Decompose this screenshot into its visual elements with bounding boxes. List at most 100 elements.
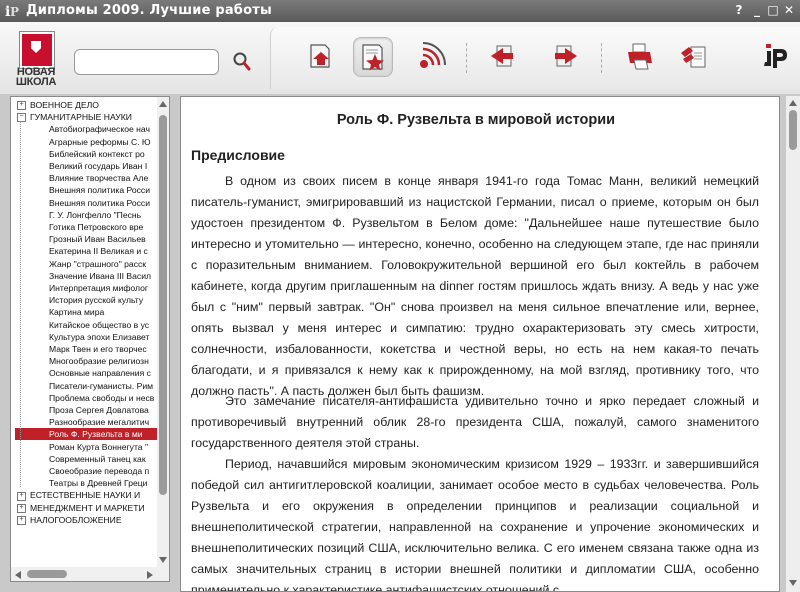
category-tree: + ВОЕННОЕ ДЕЛО − ГУМАНИТАРНЫЕ НАУКИ Автобиог… — [11, 97, 157, 567]
tree-item[interactable]: Аграрные реформы С. Ю — [49, 136, 157, 148]
tree-item-label: Значение Ивана III Васил — [49, 270, 152, 281]
brand-text: НОВАЯ ШКОЛА — [15, 66, 57, 88]
copy-doc-icon — [681, 46, 706, 68]
tree-item-label: Аграрные реформы С. Ю — [49, 136, 151, 147]
tree-item-label: Писатели-гуманисты. Рим — [49, 380, 154, 391]
tree-item-label: НАЛОГООБЛОЖЕНИЕ — [30, 514, 122, 525]
back-arrow-icon — [491, 45, 513, 67]
tree-item[interactable]: Внешняя политика Росси — [49, 197, 157, 209]
tree-item[interactable]: Марк Твен и его творчес — [49, 343, 157, 355]
tree-item[interactable]: Проблема свободы и несв — [49, 392, 157, 404]
bookmarks-button[interactable] — [353, 37, 393, 77]
tree-item[interactable]: Грозный Иван Васильев — [49, 233, 157, 245]
scroll-up-arrow-icon[interactable] — [789, 100, 797, 106]
tree-item-label: МЕНЕДЖМЕНТ И МАРКЕТИ — [30, 502, 145, 513]
tree-item[interactable]: Проза Сергея Довлатова — [49, 404, 157, 416]
tree-item-label: Автобиографическое нач — [49, 124, 150, 135]
toolbar-separator — [466, 43, 468, 73]
tree-item-label: Грозный Иван Васильев — [49, 234, 146, 245]
tree-item[interactable]: Готика Петровского вре — [49, 221, 157, 233]
tree-item-label: Многообразие религиозн — [49, 356, 149, 367]
close-button[interactable]: ✕ — [782, 3, 796, 18]
tree-item[interactable]: Основные направления с — [49, 367, 157, 379]
toolbar-separator — [601, 43, 603, 73]
tree-category[interactable]: + НАЛОГООБЛОЖЕНИЕ — [11, 514, 157, 526]
tree-category[interactable]: + ВОЕННОЕ ДЕЛО — [11, 99, 157, 111]
tree-item[interactable]: Г. У. Лонгфелло "Песнь — [49, 209, 157, 221]
tree-vertical-scrollbar[interactable] — [157, 97, 169, 567]
broadcast-icon — [420, 42, 446, 68]
tree-item[interactable]: Культура эпохи Елизавет — [49, 331, 157, 343]
maximize-button[interactable]: □ — [766, 3, 780, 18]
tree-item-label: Разнообразие мегалитич — [49, 417, 150, 428]
tree-item-label: Готика Петровского вре — [49, 222, 144, 232]
tree-item[interactable]: Разнообразие мегалитич — [49, 416, 157, 428]
tree-item[interactable]: Роман Курта Воннегута " — [49, 441, 157, 453]
tree-expander-icon[interactable]: + — [17, 516, 26, 526]
app-logo-icon — [764, 44, 787, 68]
tree-horizontal-scrollbar[interactable] — [11, 567, 169, 581]
tree-item-label: Интерпретация мифолог — [49, 283, 149, 293]
tree-item[interactable]: Влияние творчества Але — [49, 172, 157, 184]
back-button[interactable] — [483, 37, 521, 75]
tree-item[interactable]: Китайское общество в ус — [49, 319, 157, 331]
tree-expander-icon[interactable]: + — [17, 503, 26, 513]
tree-item-label: Китайское общество в ус — [49, 319, 150, 330]
tree-hscrollbar-thumb[interactable] — [27, 570, 67, 578]
help-button[interactable]: ? — [732, 3, 746, 18]
scroll-right-arrow-icon[interactable] — [147, 571, 153, 579]
broadcast-button[interactable] — [413, 37, 451, 75]
tree-item[interactable]: Театры в Древней Греци — [49, 477, 157, 489]
tree-category[interactable]: + ЕСТЕСТВЕННЫЕ НАУКИ И — [11, 489, 157, 501]
search-button[interactable] — [232, 50, 252, 72]
scroll-down-arrow-icon[interactable] — [159, 557, 167, 563]
tree-item[interactable]: История русской культу — [49, 294, 157, 306]
tree-category[interactable]: + МЕНЕДЖМЕНТ И МАРКЕТИ — [11, 502, 157, 514]
tree-item-label: ВОЕННОЕ ДЕЛО — [30, 100, 99, 110]
tree-item-label: Внешняя политика Росси — [49, 185, 151, 196]
document-scrollbar-thumb[interactable] — [789, 110, 797, 150]
about-button[interactable] — [755, 37, 793, 75]
print-button[interactable] — [621, 37, 659, 75]
forward-button[interactable] — [547, 37, 585, 75]
tree-item-label: Современный танец как — [49, 453, 146, 464]
tree-item[interactable]: Внешняя политика Росси — [49, 184, 157, 196]
window-title: Дипломы 2009. Лучшие работы — [26, 3, 272, 18]
tree-item[interactable]: Значение Ивана III Васил — [49, 270, 157, 282]
copy-button[interactable] — [675, 37, 713, 75]
document-vertical-scrollbar[interactable] — [786, 96, 800, 592]
tree-item[interactable]: Картина мира — [49, 306, 157, 318]
tree-item[interactable]: Своеобразие перевода п — [49, 465, 157, 477]
document-title: Роль Ф. Рузвельта в мировой истории — [336, 112, 616, 128]
scroll-up-arrow-icon[interactable] — [159, 101, 167, 107]
brand-logo: НОВАЯ ШКОЛА — [14, 32, 58, 88]
tree-item[interactable]: Екатерина II Великая и с — [49, 245, 157, 257]
tree-expander-icon[interactable]: + — [17, 101, 26, 111]
home-button[interactable] — [301, 37, 339, 75]
tree-item[interactable]: Автобиографическое нач — [49, 123, 157, 135]
tree-item[interactable]: Великий государь Иван I — [49, 160, 157, 172]
tree-item[interactable]: Библейский контекст ро — [49, 148, 157, 160]
document-paragraph: Это замечание писателя-антифашиста удиви… — [191, 394, 759, 450]
tree-item[interactable]: Современный танец как — [49, 453, 157, 465]
tree-item-label: Своеобразие перевода п — [49, 466, 150, 476]
tree-item[interactable]: Интерпретация мифолог — [49, 282, 157, 294]
minimize-button[interactable]: _ — [750, 3, 764, 18]
search-icon — [233, 52, 251, 71]
toolbar: НОВАЯ ШКОЛА — [0, 22, 800, 94]
tree-item-label: Проблема свободы и несв — [49, 392, 155, 403]
scroll-left-arrow-icon[interactable] — [15, 571, 21, 579]
tree-expander-icon[interactable]: + — [17, 491, 26, 501]
tree-item[interactable]: Писатели-гуманисты. Рим — [49, 380, 157, 392]
home-doc-icon — [310, 44, 330, 68]
tree-scrollbar-thumb[interactable] — [159, 115, 167, 495]
scroll-down-arrow-icon[interactable] — [789, 580, 797, 586]
app-logo-icon: i P — [5, 4, 19, 19]
tree-item-label: История русской культу — [49, 295, 144, 306]
tool-panel — [270, 27, 800, 89]
tree-item[interactable]: Многообразие религиозн — [49, 355, 157, 367]
tree-item-label: Культура эпохи Елизавет — [49, 331, 150, 342]
tree-item[interactable]: Жанр "страшного" расск — [49, 258, 157, 270]
search-input[interactable] — [74, 49, 219, 75]
category-tree-panel: + ВОЕННОЕ ДЕЛО − ГУМАНИТАРНЫЕ НАУКИ Автобиог… — [10, 96, 170, 582]
